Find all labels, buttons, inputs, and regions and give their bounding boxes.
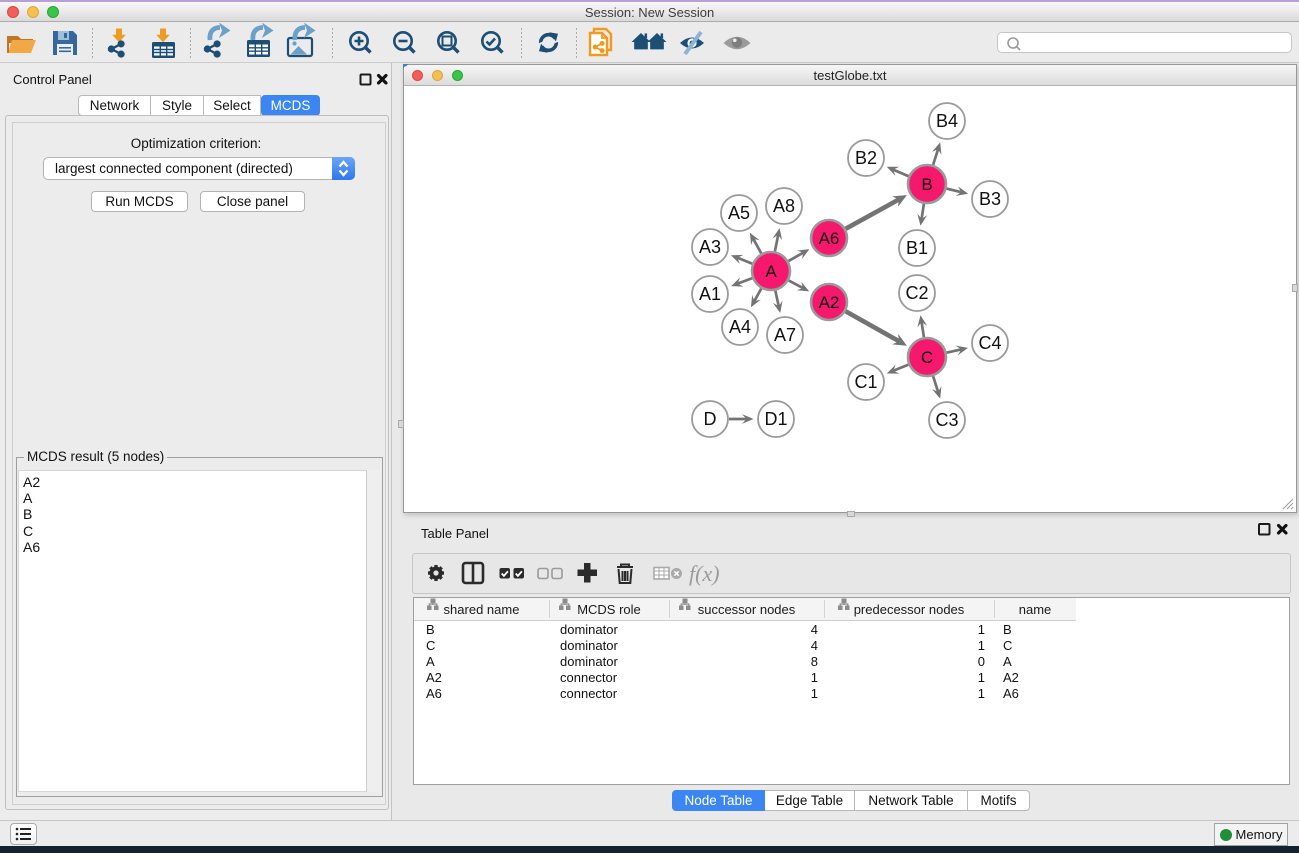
- svg-text:B2: B2: [855, 148, 877, 168]
- svg-text:B: B: [921, 175, 932, 194]
- svg-text:A4: A4: [729, 317, 751, 337]
- svg-text:C3: C3: [935, 410, 958, 430]
- svg-text:A2: A2: [819, 293, 840, 312]
- svg-text:f(x): f(x): [689, 561, 720, 586]
- svg-text:A7: A7: [774, 325, 796, 345]
- svg-text:A: A: [765, 262, 777, 281]
- svg-text:A6: A6: [819, 229, 840, 248]
- svg-text:D1: D1: [764, 409, 787, 429]
- svg-text:B4: B4: [936, 111, 958, 131]
- svg-text:B1: B1: [906, 238, 928, 258]
- svg-text:D: D: [704, 409, 717, 429]
- svg-text:B3: B3: [979, 189, 1001, 209]
- svg-text:C1: C1: [854, 372, 877, 392]
- svg-text:C4: C4: [978, 333, 1001, 353]
- svg-text:A5: A5: [728, 203, 750, 223]
- svg-text:A3: A3: [699, 237, 721, 257]
- svg-text:A8: A8: [773, 196, 795, 216]
- svg-text:C: C: [921, 348, 933, 367]
- svg-text:C2: C2: [905, 283, 928, 303]
- svg-text:A1: A1: [699, 284, 721, 304]
